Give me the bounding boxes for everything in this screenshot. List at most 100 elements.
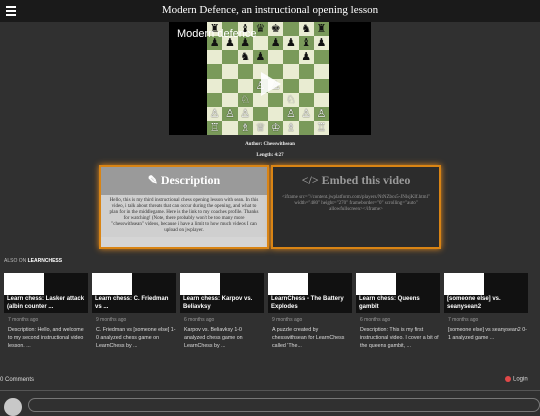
board-square (313, 78, 329, 93)
tile-title: [someone else] vs. seanysean2 (447, 296, 501, 310)
board-square (222, 78, 238, 93)
board-square (237, 64, 253, 79)
board-square: ♟ (313, 36, 329, 51)
tile-title: Learn chess: Karpov vs. Beliavksy (183, 296, 253, 310)
page-title: Modern Defence, an instructional opening… (161, 4, 379, 16)
embed-card[interactable]: </> Embed this video <iframe src="//cont… (271, 165, 441, 249)
board-square (298, 92, 314, 107)
description-card[interactable]: ✎ Description Hello, this is my third in… (99, 165, 269, 249)
board-square (283, 50, 299, 65)
related-video-tile[interactable]: Learn chess: C. Friedman vs ... 9 months … (92, 273, 176, 363)
tile-description: C. Friedman vs [someone else] 1-0 analyz… (96, 327, 176, 349)
board-square: ♜ (313, 22, 329, 37)
thumbnail-image (92, 273, 132, 295)
board-square (283, 64, 299, 79)
tile-date: 6 months ago (360, 317, 391, 323)
tile-description: [someone else] vs seanysean2 0-1 analyze… (448, 327, 527, 341)
board-square: ♕ (252, 120, 268, 135)
board-square (207, 64, 223, 79)
board-square (268, 106, 284, 121)
board-square: ♗ (237, 120, 253, 135)
video-player[interactable]: ♜ ♝ ♛ ♚ ♞ ♜ ♟ ♟ ♟ ♟ ♟ ♝ ♟ ♞ ♟ ♟ ♙ ♙ ♘ ♘ ♙ ♙ ♙ ♙ ♙ ♙ ♖ ♗ ♕ ♔ ♗ ♖ Modern … (169, 22, 371, 135)
related-video-tile[interactable]: Learn chess: Queens gambit 6 months ago De… (356, 273, 440, 363)
board-square (222, 64, 238, 79)
comment-input[interactable] (28, 398, 540, 412)
divider (0, 390, 540, 391)
board-square: ♞ (298, 22, 314, 37)
related-section-label: ALSO ON LEARNCHESS (4, 258, 63, 264)
code-icon: </> (301, 173, 319, 187)
board-square (222, 50, 238, 65)
description-text: Hello, this is my third instructional ch… (101, 195, 267, 237)
pencil-icon: ✎ (147, 173, 158, 187)
tile-title: Learn chess: C. Friedman vs ... (95, 296, 169, 310)
tile-date: 7 months ago (8, 317, 39, 323)
board-square (298, 64, 314, 79)
tile-description: Description: Hello, and welcome to my se… (8, 327, 84, 349)
video-author: Author: Chesswithsean (245, 142, 295, 147)
play-icon[interactable] (261, 72, 281, 96)
board-square: ♘ (283, 92, 299, 107)
board-square: ♙ (298, 106, 314, 121)
board-square: ♙ (283, 106, 299, 121)
board-square (222, 120, 238, 135)
tile-title: LearnChess - The Battery Explodes (271, 296, 344, 310)
thumbnail-image (268, 273, 308, 295)
tile-description: A puzzle created by chesswithsean for Le… (272, 327, 345, 349)
board-square: ♚ (268, 22, 284, 37)
avatar (4, 398, 22, 416)
description-heading: ✎ Description (101, 167, 267, 195)
related-video-tile[interactable]: Learn chess: Lasker attack (albin counte… (4, 273, 88, 363)
board-square (237, 78, 253, 93)
tile-date: 7 months ago (448, 317, 479, 323)
board-square: ♖ (313, 120, 329, 135)
related-video-tile[interactable]: Learn chess: Karpov vs. Beliavksy 6 month… (180, 273, 264, 363)
board-square (207, 50, 223, 65)
board-square: ♙ (222, 106, 238, 121)
login-button[interactable]: Login (505, 376, 528, 383)
tile-description: Karpov vs. Beliavksy 1-0 analyzed chess … (184, 327, 243, 349)
login-icon (505, 376, 511, 382)
board-square: ♝ (298, 36, 314, 51)
board-square: ♞ (237, 50, 253, 65)
video-length: Length: 4:27 (256, 153, 284, 158)
tile-date: 9 months ago (272, 317, 303, 323)
board-square: ♙ (237, 106, 253, 121)
thumbnail-image (180, 273, 220, 295)
tile-date: 6 months ago (184, 317, 215, 323)
board-square (298, 120, 314, 135)
related-video-tile[interactable]: [someone else] vs. seanysean2 7 months ag… (444, 273, 528, 363)
board-square: ♗ (283, 120, 299, 135)
tile-title: Learn chess: Lasker attack (albin counte… (7, 296, 85, 310)
board-square (313, 92, 329, 107)
related-video-tile[interactable]: LearnChess - The Battery Explodes 9 month… (268, 273, 352, 363)
board-square: ♟ (283, 36, 299, 51)
thumbnail-image (444, 273, 484, 295)
top-bar: Modern Defence, an instructional opening… (0, 0, 540, 22)
tile-description: Description: This is my first instructio… (360, 327, 439, 349)
board-square: ♔ (268, 120, 284, 135)
thumbnail-image (356, 273, 396, 295)
thumbnail-image (4, 273, 44, 295)
board-square (283, 22, 299, 37)
board-square: ♖ (207, 120, 223, 135)
board-square: ♘ (237, 92, 253, 107)
embed-heading: </> Embed this video (301, 173, 411, 187)
board-square: ♙ (207, 106, 223, 121)
video-title: Modern defence (177, 28, 257, 40)
board-square: ♟ (268, 36, 284, 51)
board-square (313, 50, 329, 65)
board-square (268, 50, 284, 65)
board-square (298, 78, 314, 93)
board-square: ♙ (313, 106, 329, 121)
embed-code: <iframe src="//content.jwplatform.com/pl… (281, 195, 431, 212)
board-square (207, 78, 223, 93)
tile-date: 9 months ago (96, 317, 127, 323)
board-square: ♟ (298, 50, 314, 65)
board-square (252, 106, 268, 121)
board-square: ♟ (252, 50, 268, 65)
board-square (222, 92, 238, 107)
tile-title: Learn chess: Queens gambit (359, 296, 420, 310)
board-square (207, 92, 223, 107)
board-square (313, 64, 329, 79)
